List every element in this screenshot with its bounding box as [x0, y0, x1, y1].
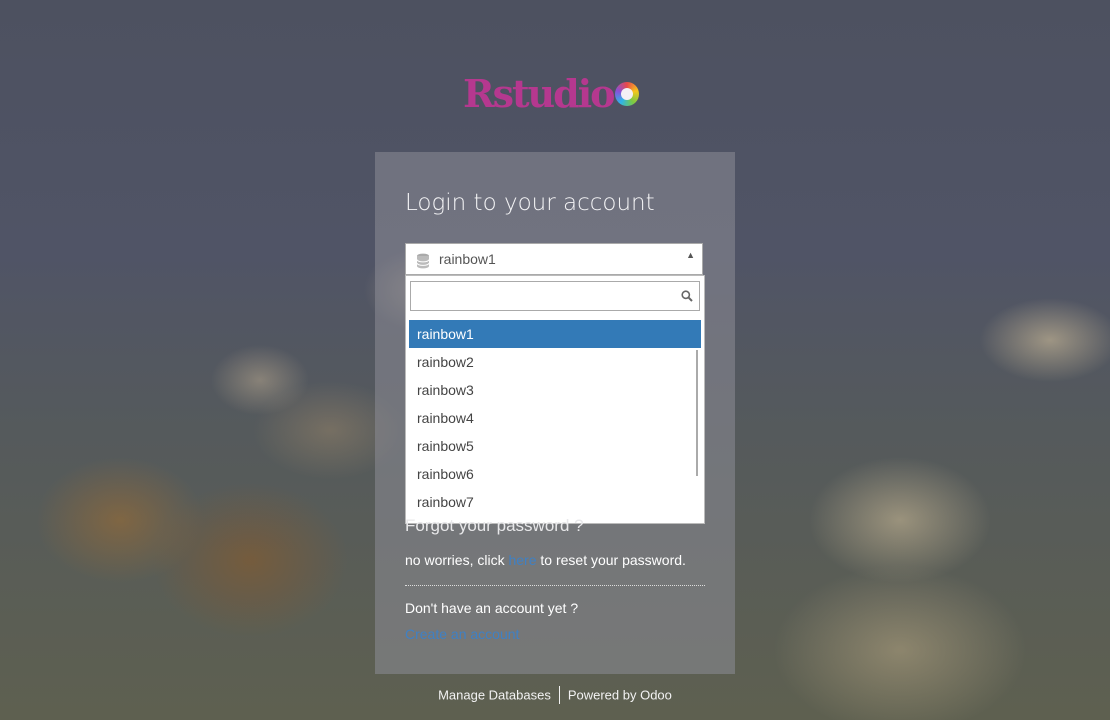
brand-logo: Rstudio	[463, 71, 648, 118]
reset-password-link[interactable]: here	[508, 552, 536, 568]
database-options-list: rainbow1 rainbow2 rainbow3 rainbow4 rain…	[409, 320, 701, 516]
logo-ring-icon	[615, 82, 639, 106]
manage-databases-link[interactable]: Manage Databases	[438, 687, 551, 702]
database-dropdown: rainbow1 rainbow2 rainbow3 rainbow4 rain…	[405, 275, 705, 524]
database-option-rainbow4[interactable]: rainbow4	[409, 404, 701, 432]
search-icon	[681, 289, 693, 302]
database-option-rainbow7[interactable]: rainbow7	[409, 488, 701, 516]
powered-by-odoo-link[interactable]: Powered by Odoo	[568, 687, 672, 702]
create-account-link[interactable]: Create an account	[405, 626, 519, 642]
database-option-rainbow1[interactable]: rainbow1	[409, 320, 701, 348]
database-select[interactable]: rainbow1 ▲	[405, 243, 703, 275]
footer-separator	[558, 686, 560, 704]
login-title: Login to your account	[405, 190, 655, 216]
database-option-rainbow3[interactable]: rainbow3	[409, 376, 701, 404]
database-icon	[416, 253, 430, 269]
database-select-value: rainbow1	[439, 251, 496, 267]
reset-password-text: no worries, click here to reset your pas…	[405, 552, 686, 568]
footer: Manage Databases Powered by Odoo	[0, 686, 1110, 705]
database-search-input[interactable]	[411, 282, 669, 310]
login-panel: Login to your account rainbow1 ▲ rainbow…	[375, 152, 735, 674]
caret-up-icon[interactable]: ▲	[686, 250, 695, 260]
reset-suffix: to reset your password.	[540, 552, 686, 568]
database-search-field	[410, 281, 700, 311]
reset-prefix: no worries, click	[405, 552, 505, 568]
dropdown-scrollbar[interactable]	[696, 350, 698, 476]
database-option-rainbow5[interactable]: rainbow5	[409, 432, 701, 460]
no-account-text: Don't have an account yet ?	[405, 600, 579, 616]
database-option-rainbow2[interactable]: rainbow2	[409, 348, 701, 376]
database-option-rainbow6[interactable]: rainbow6	[409, 460, 701, 488]
divider	[405, 585, 705, 586]
logo-text: Rstudio	[463, 71, 616, 116]
forgot-password-heading: Forgot your password ?	[405, 516, 584, 535]
